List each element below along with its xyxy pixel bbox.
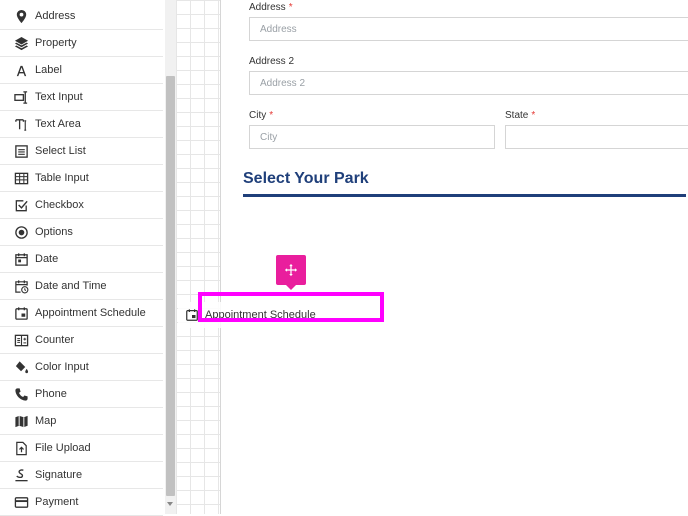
sidebar-item-label: Appointment Schedule [35,307,146,319]
sidebar-item-label: Date [35,253,59,265]
sidebar-item-label: File Upload [35,442,91,454]
sidebar-item-label: Select List [35,145,86,157]
sidebar-item-payment[interactable]: Payment [0,489,163,516]
radio-icon [13,224,29,240]
city-label: City * [249,110,274,121]
schedule-icon [185,308,199,322]
sidebar-item-map[interactable]: Map [0,408,163,435]
sidebar-item-label: Text Area [35,118,81,130]
map-icon [13,413,29,429]
address2-label: Address 2 [249,56,295,67]
paint-bucket-icon [13,359,29,375]
sidebar-item-date[interactable]: Date [0,246,163,273]
move-handle-button[interactable] [276,255,306,290]
state-input[interactable] [505,125,688,149]
sidebar-item-label: Address [35,10,76,22]
text-area-icon [13,116,29,132]
schedule-icon [13,305,29,321]
sidebar-item-label: Options [35,226,73,238]
drop-target-highlight [198,292,384,322]
signature-icon [13,467,29,483]
file-upload-icon [13,440,29,456]
sidebar-item-counter[interactable]: Counter [0,327,163,354]
sidebar-item-label: Signature [35,469,83,481]
scrollbar-thumb[interactable] [166,76,175,496]
sidebar-item-file-upload[interactable]: File Upload [0,435,163,462]
sidebar-item-label: Map [35,415,57,427]
text-input-icon [13,89,29,105]
address-input[interactable]: Address [249,17,688,41]
sidebar-item-label: Table Input [35,172,89,184]
sidebar-item-label: Checkbox [35,199,84,211]
map-pin-icon [13,8,29,24]
component-sidebar: Address Property Label Text Input Text A… [0,0,166,516]
sidebar-item-label: Label [35,64,62,76]
layers-icon [13,35,29,51]
sidebar-item-address[interactable]: Address [0,3,163,30]
sidebar-item-label: Phone [35,388,67,400]
address2-input[interactable]: Address 2 [249,71,688,95]
section-divider [243,194,686,197]
sidebar-item-label: Text Input [35,91,83,103]
sidebar-item-label: Property [35,37,77,49]
sidebar-item-label: Payment [35,496,79,508]
counter-icon [13,332,29,348]
sidebar-item-checkbox[interactable]: Checkbox [0,192,163,219]
sidebar-item-label: Color Input [35,361,89,373]
address-label: Address * [249,2,293,13]
scroll-down-arrow[interactable] [167,502,173,506]
move-arrows-icon [284,263,298,277]
credit-card-icon [13,494,29,510]
sidebar-item-signature[interactable]: Signature [0,462,163,489]
sidebar-item-phone[interactable]: Phone [0,381,163,408]
sidebar-item-table-input[interactable]: Table Input [0,165,163,192]
list-icon [13,143,29,159]
sidebar-item-label-field[interactable]: Label [0,57,163,84]
sidebar-item-select-list[interactable]: Select List [0,138,163,165]
section-heading: Select Your Park [243,170,369,187]
letter-a-icon [13,62,29,78]
table-icon [13,170,29,186]
checkbox-icon [13,197,29,213]
sidebar-item-text-input[interactable]: Text Input [0,84,163,111]
sidebar-item-options[interactable]: Options [0,219,163,246]
city-input[interactable]: City [249,125,495,149]
state-label: State * [505,110,536,121]
calendar-icon [13,251,29,267]
sidebar-item-appointment-schedule[interactable]: Appointment Schedule [0,300,163,327]
sidebar-item-color-input[interactable]: Color Input [0,354,163,381]
sidebar-item-text-area[interactable]: Text Area [0,111,163,138]
sidebar-item-label: Date and Time [35,280,107,292]
sidebar-item-property[interactable]: Property [0,30,163,57]
calendar-clock-icon [13,278,29,294]
sidebar-item-label: Counter [35,334,75,346]
sidebar-item-date-and-time[interactable]: Date and Time [0,273,163,300]
canvas-grid [176,0,221,514]
phone-icon [13,386,29,402]
sidebar-scrollbar[interactable] [165,0,176,514]
